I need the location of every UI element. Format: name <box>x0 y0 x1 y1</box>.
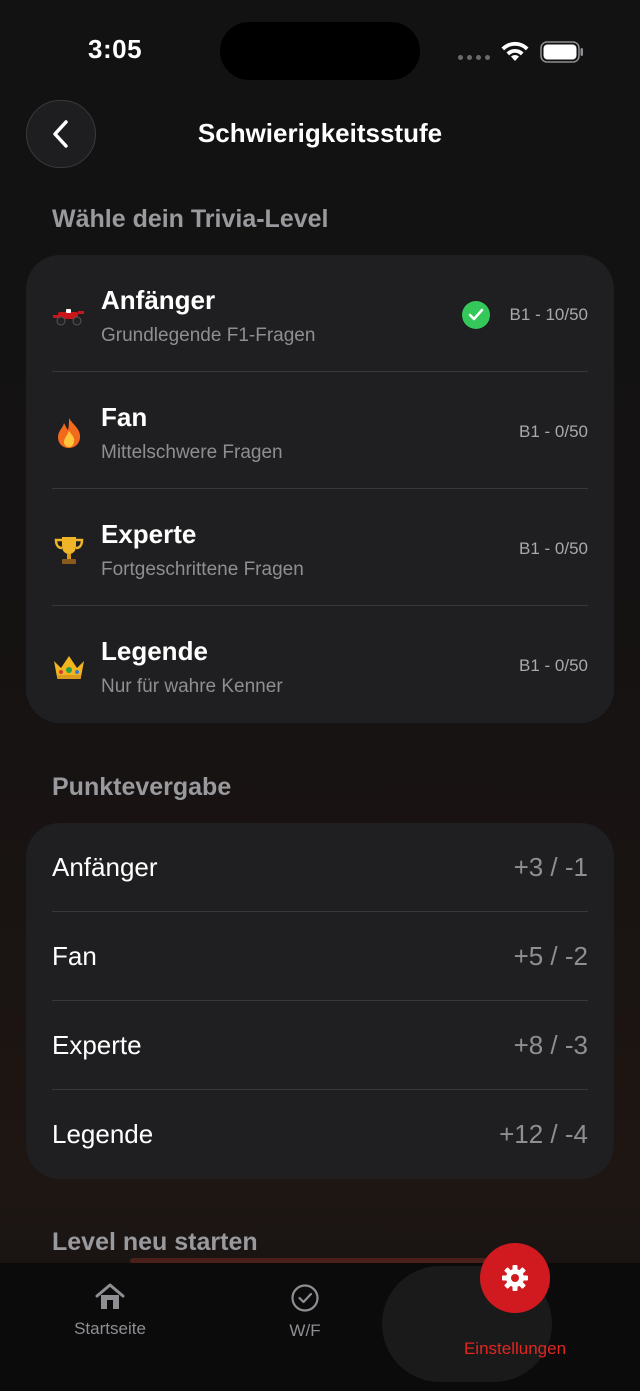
tab-label: Startseite <box>74 1319 146 1338</box>
restart-section-title: Level neu starten <box>52 1228 258 1256</box>
level-name: Fan <box>101 402 148 432</box>
points-level-label: Fan <box>52 941 97 971</box>
level-list: Anfänger Grundlegende F1-Fragen B1 - 10/… <box>26 255 614 723</box>
tab-home[interactable]: Startseite <box>62 1283 158 1339</box>
fire-icon <box>52 416 86 450</box>
status-time: 3:05 <box>88 34 143 64</box>
level-progress: B1 - 0/50 <box>519 656 588 675</box>
points-row-legende: Legende +12 / -4 <box>26 1090 614 1179</box>
level-name: Experte <box>101 519 197 549</box>
points-row-fan: Fan +5 / -2 <box>26 912 614 1001</box>
status-bar: 3:05 <box>0 0 640 100</box>
level-option-anfaenger[interactable]: Anfänger Grundlegende F1-Fragen B1 - 10/… <box>26 255 614 372</box>
level-option-fan[interactable]: Fan Mittelschwere Fragen B1 - 0/50 <box>26 372 614 489</box>
page-title: Schwierigkeitsstufe <box>197 118 443 148</box>
level-section-title: Wähle dein Trivia-Level <box>52 205 329 233</box>
level-progress: B1 - 0/50 <box>519 422 588 441</box>
tab-settings-label[interactable]: Einstellungen <box>440 1339 590 1359</box>
level-name: Legende <box>101 636 208 666</box>
points-value: +8 / -3 <box>513 1030 588 1060</box>
check-circle-icon <box>291 1284 319 1312</box>
level-progress: B1 - 10/50 <box>509 305 588 324</box>
level-option-legende[interactable]: Legende Nur für wahre Kenner B1 - 0/50 <box>26 606 614 723</box>
tab-label: W/F <box>289 1321 321 1340</box>
points-value: +12 / -4 <box>499 1119 588 1149</box>
level-description: Fortgeschrittene Fragen <box>101 559 304 580</box>
cellular-signal-icon <box>458 55 490 60</box>
tab-wf[interactable]: W/F <box>260 1283 350 1341</box>
wifi-icon <box>501 41 529 61</box>
points-section-title: Punktevergabe <box>52 773 232 801</box>
points-level-label: Anfänger <box>52 852 158 882</box>
points-table: Anfänger +3 / -1 Fan +5 / -2 Experte +8 … <box>26 823 614 1179</box>
level-description: Nur für wahre Kenner <box>101 676 283 697</box>
race-car-icon <box>52 299 86 333</box>
points-level-label: Legende <box>52 1119 154 1149</box>
home-icon <box>95 1283 125 1309</box>
dynamic-island <box>220 22 420 80</box>
level-description: Grundlegende F1-Fragen <box>101 325 316 346</box>
points-row-anfaenger: Anfänger +3 / -1 <box>26 823 614 912</box>
level-progress: B1 - 0/50 <box>519 539 588 558</box>
battery-icon <box>540 41 583 63</box>
level-option-experte[interactable]: Experte Fortgeschrittene Fragen B1 - 0/5… <box>26 489 614 606</box>
points-value: +3 / -1 <box>513 852 588 882</box>
level-description: Mittelschwere Fragen <box>101 442 283 463</box>
points-value: +5 / -2 <box>513 941 588 971</box>
checkmark-icon <box>462 301 490 329</box>
points-row-experte: Experte +8 / -3 <box>26 1001 614 1090</box>
crown-icon <box>52 650 86 684</box>
level-name: Anfänger <box>101 285 216 315</box>
trophy-icon <box>52 533 86 567</box>
gear-icon <box>502 1265 528 1291</box>
points-level-label: Experte <box>52 1030 142 1060</box>
tab-settings[interactable] <box>480 1243 550 1313</box>
